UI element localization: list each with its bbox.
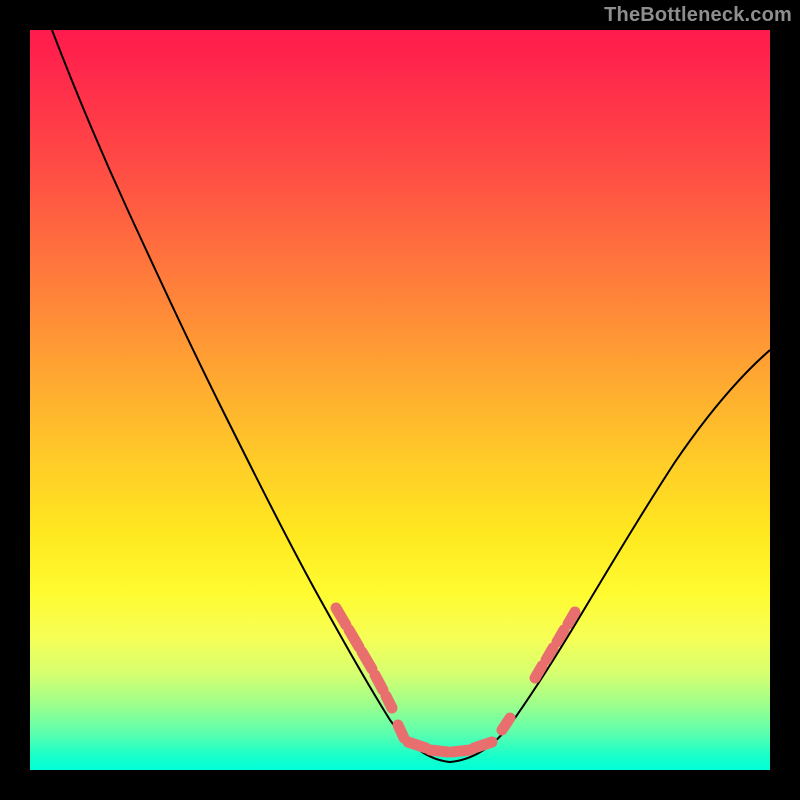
bottleneck-curve	[52, 30, 770, 762]
dash-seg	[430, 750, 448, 752]
dash-seg	[474, 742, 492, 748]
curve-layer	[30, 30, 770, 770]
plot-area	[30, 30, 770, 770]
dash-seg	[408, 742, 426, 748]
highlight-dashes	[336, 608, 575, 752]
chart-frame: TheBottleneck.com	[0, 0, 800, 800]
dash-seg	[546, 648, 553, 660]
dash-seg	[502, 718, 510, 730]
dash-seg	[568, 612, 575, 624]
dash-seg	[398, 725, 404, 738]
watermark-text: TheBottleneck.com	[604, 4, 792, 27]
dash-seg	[362, 652, 372, 669]
dash-seg	[375, 675, 383, 690]
dash-seg	[336, 608, 346, 625]
dash-seg	[452, 750, 470, 752]
dash-seg	[349, 630, 359, 647]
dash-seg	[386, 696, 392, 708]
dash-seg	[557, 630, 564, 642]
dash-seg	[535, 666, 542, 678]
